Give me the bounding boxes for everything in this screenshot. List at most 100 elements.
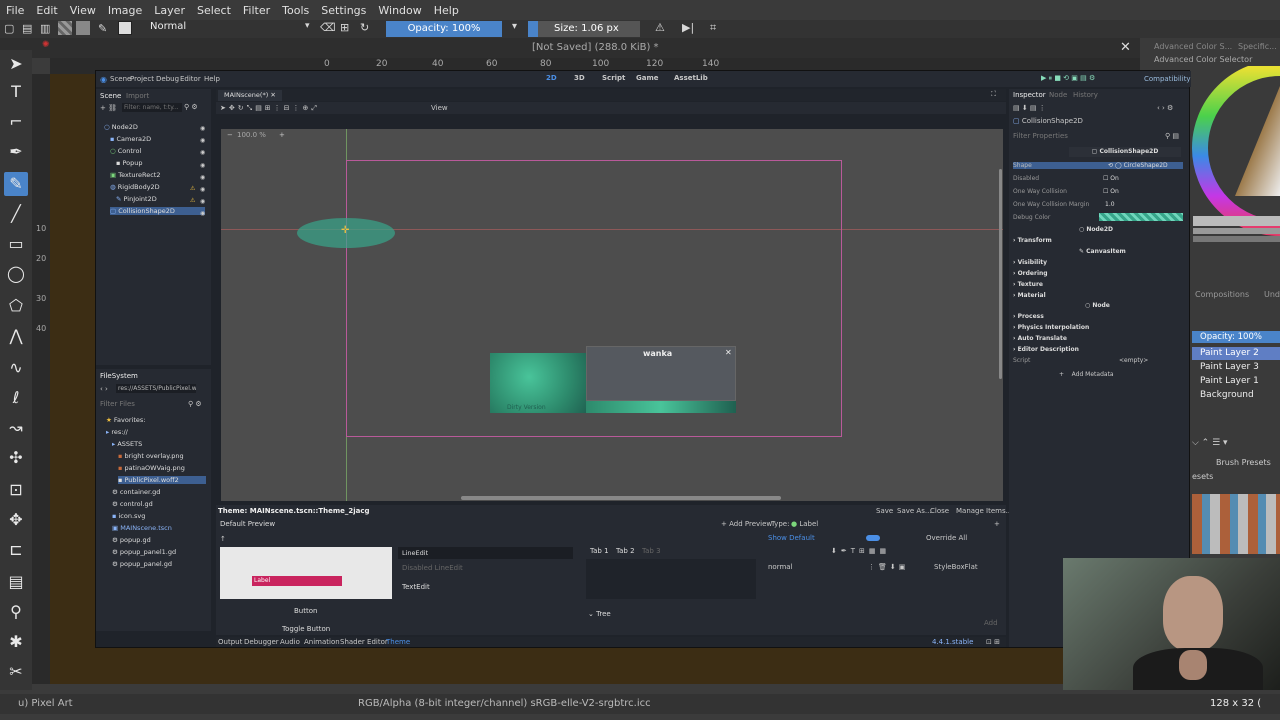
wrap-icon[interactable]: ⌗ xyxy=(710,21,716,35)
menu-edit[interactable]: Edit xyxy=(30,4,63,17)
section-visibility[interactable]: › Visibility xyxy=(1013,259,1047,266)
type-select[interactable]: ● Label xyxy=(791,520,818,528)
section-process[interactable]: › Process xyxy=(1013,313,1044,320)
zoom-in-icon[interactable]: + xyxy=(279,131,285,139)
save-icon[interactable]: ▥ xyxy=(40,22,50,35)
alpha-lock-icon[interactable]: ⊞ xyxy=(340,21,349,34)
chevron-down-icon[interactable]: ▾ xyxy=(305,21,310,31)
default-preview-tab[interactable]: Default Preview xyxy=(220,520,275,528)
scene-tab-main[interactable]: MAINscene(*) ✕ xyxy=(218,90,282,101)
assistant-tool-icon[interactable]: ✂ xyxy=(4,660,28,684)
freehand-path-icon[interactable]: ℓ xyxy=(4,386,28,410)
warning-icon[interactable]: ⚠ xyxy=(190,197,195,204)
preview-tab-2[interactable]: Tab 2 xyxy=(616,547,635,555)
bottom-tab-audio[interactable]: Audio xyxy=(280,638,300,646)
text-tool-icon[interactable]: T xyxy=(4,80,28,104)
polyline-tool-icon[interactable]: ⋀ xyxy=(4,324,28,348)
edit-shapes-icon[interactable]: ⌐ xyxy=(4,110,28,134)
section-texture[interactable]: › Texture xyxy=(1013,281,1043,288)
select-shapes-icon[interactable]: ➤ xyxy=(4,52,28,76)
dock-tab-brush-presets[interactable]: Brush Presets xyxy=(1216,458,1271,467)
godot-menu-project[interactable]: Project xyxy=(130,75,154,83)
menu-view[interactable]: View xyxy=(64,4,102,17)
preview-label[interactable]: Label xyxy=(252,576,342,586)
fs-item[interactable]: ⚙ control.gd xyxy=(112,500,153,508)
godot-menu-scene[interactable]: Scene xyxy=(110,75,131,83)
prop-one-way-margin[interactable]: One Way Collision Margin 1.0 xyxy=(1013,201,1115,208)
brush-preset-icon[interactable]: ✎ xyxy=(98,22,107,35)
theme-save-as-button[interactable]: Save As... xyxy=(897,507,932,515)
warning-icon[interactable]: ⚠ xyxy=(190,185,195,192)
nav-arrows-icon[interactable]: ‹ › xyxy=(100,385,108,393)
scene-node[interactable]: ▪ Popup xyxy=(116,159,143,167)
menu-filter[interactable]: Filter xyxy=(237,4,276,17)
layer-paint-layer-1[interactable]: Paint Layer 1 xyxy=(1192,375,1280,388)
search-icon[interactable]: ⚲ ⚙ xyxy=(188,400,202,408)
filesystem-filter-input[interactable]: Filter Files xyxy=(100,400,135,408)
multibrush-icon[interactable]: ✣ xyxy=(4,446,28,470)
layer-paint-layer-2[interactable]: Paint Layer 2 xyxy=(1192,347,1280,360)
layer-background[interactable]: Background xyxy=(1192,389,1280,402)
fs-item[interactable]: ▪ patinaOWVaig.png xyxy=(118,464,185,472)
prop-debug-color[interactable]: Debug Color xyxy=(1013,214,1050,221)
fs-item[interactable]: ▸ ASSETS xyxy=(112,440,142,448)
menu-layer[interactable]: Layer xyxy=(148,4,191,17)
add-type-icon[interactable]: + xyxy=(994,520,1000,528)
horizontal-scrollbar[interactable] xyxy=(461,496,781,500)
property-filter-input[interactable]: Filter Properties xyxy=(1013,132,1068,140)
dynamic-brush-icon[interactable]: ↝ xyxy=(4,416,28,440)
view-menu[interactable]: View xyxy=(431,104,448,112)
scene-node[interactable]: ○ Node2D xyxy=(104,123,138,131)
prop-one-way-collision[interactable]: One Way Collision ☐ On xyxy=(1013,188,1119,195)
fs-item[interactable]: ▪ icon.svg xyxy=(112,512,145,520)
workspace-assetlib[interactable]: AssetLib xyxy=(674,74,708,82)
layer-paint-layer-3[interactable]: Paint Layer 3 xyxy=(1192,361,1280,374)
fs-item[interactable]: ▸ res:// xyxy=(106,428,128,436)
preview-button[interactable]: Button xyxy=(294,607,317,615)
search-icon[interactable]: ⚲ ⚙ xyxy=(184,103,198,111)
visibility-icons[interactable]: ◉ ◉ ◉ ◉ ◉ ◉ ◉ ◉ xyxy=(200,123,205,221)
add-node-icon[interactable]: + ⛓ xyxy=(100,104,117,112)
menu-help[interactable]: Help xyxy=(428,4,465,17)
bottom-tab-animation[interactable]: Animation xyxy=(304,638,340,646)
dock-tab-import[interactable]: Import xyxy=(126,92,149,100)
scene-node[interactable]: ◍ RigidBody2D xyxy=(110,183,160,191)
menu-image[interactable]: Image xyxy=(102,4,148,17)
prop-script[interactable]: Script <empty> xyxy=(1013,357,1148,364)
override-all-button[interactable]: Override All xyxy=(926,534,967,542)
menu-select[interactable]: Select xyxy=(191,4,237,17)
fs-item-selected[interactable]: ▪ PublicPixel.woff2 xyxy=(118,476,206,484)
polygon-tool-icon[interactable]: ⬠ xyxy=(4,294,28,318)
prop-shape-value[interactable]: ⟲ ◯ CircleShape2D xyxy=(1108,162,1168,169)
scene-node-selected[interactable]: ▢ CollisionShape2D xyxy=(110,207,205,215)
ellipse-tool-icon[interactable]: ◯ xyxy=(4,262,28,286)
canvas-tools-icon[interactable]: ➤✥↻⤡▤⊞⋮⊟⋮⊕⤢ xyxy=(220,104,320,113)
scene-node[interactable]: ▣ TextureRect2 xyxy=(110,171,161,179)
workspace-game[interactable]: Game xyxy=(636,74,659,82)
brush-presets-grid[interactable] xyxy=(1192,494,1280,554)
preview-line-edit[interactable]: LineEdit xyxy=(398,547,573,559)
history-tab[interactable]: History xyxy=(1073,91,1098,99)
fs-item[interactable]: ▪ bright overlay.png xyxy=(118,452,184,460)
search-icon[interactable]: ⚲ ▤ xyxy=(1165,132,1179,140)
popup-window[interactable]: wanka ✕ xyxy=(586,346,736,401)
dock-tab-compositions[interactable]: Compositions xyxy=(1195,290,1249,299)
section-auto-translate[interactable]: › Auto Translate xyxy=(1013,335,1067,342)
scene-node[interactable]: ✎ PinJoint2D xyxy=(116,195,157,203)
inspector-tab[interactable]: Inspector xyxy=(1013,91,1046,99)
rectangle-tool-icon[interactable]: ▭ xyxy=(4,232,28,256)
fs-item[interactable]: ⚙ popup.gd xyxy=(112,536,151,544)
bottom-tab-shader-editor[interactable]: Shader Editor xyxy=(340,638,388,646)
bottom-tab-debugger[interactable]: Debugger xyxy=(244,638,279,646)
panel-toggle-icon[interactable]: ⊡ ⊞ xyxy=(986,638,1000,646)
node-tab[interactable]: Node xyxy=(1049,91,1067,99)
menu-tools[interactable]: Tools xyxy=(276,4,315,17)
bezier-tool-icon[interactable]: ∿ xyxy=(4,356,28,380)
dock-tab-und[interactable]: Und xyxy=(1264,290,1280,299)
bottom-tab-output[interactable]: Output xyxy=(218,638,242,646)
style-value-select[interactable]: StyleBoxFlat xyxy=(934,563,978,571)
close-document-icon[interactable]: ✕ xyxy=(1120,40,1131,55)
prop-shape[interactable]: Shape ⟲ ◯ CircleShape2D xyxy=(1013,162,1183,169)
preview-tree[interactable]: ⌄ Tree xyxy=(588,610,611,618)
fs-item[interactable]: ⚙ popup_panel1.gd xyxy=(112,548,176,556)
